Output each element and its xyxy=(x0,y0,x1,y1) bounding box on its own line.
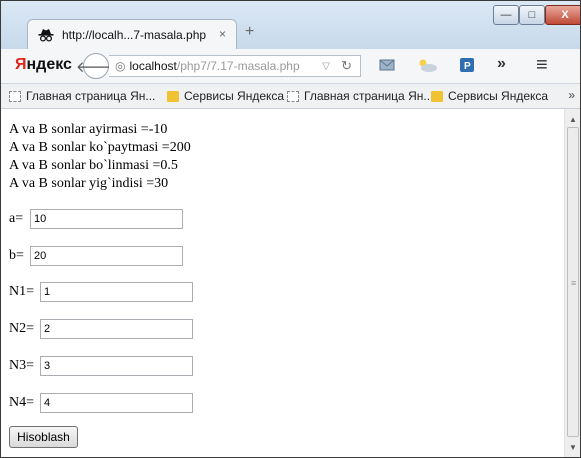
folder-icon xyxy=(431,90,443,102)
field-label-n2: N2= xyxy=(9,321,35,336)
minimize-button[interactable]: — xyxy=(493,5,519,25)
incognito-icon xyxy=(38,28,54,42)
bookmark-item[interactable]: Сервисы Яндекса xyxy=(167,89,284,103)
input-n1[interactable]: 1 xyxy=(40,282,193,302)
field-label-n3: N3= xyxy=(9,358,35,373)
window-controls: — □ X xyxy=(493,5,580,25)
reload-icon[interactable]: ↻ xyxy=(341,58,352,74)
bookmark-item[interactable]: Сервисы Яндекса xyxy=(431,89,548,103)
folder-icon xyxy=(167,90,179,102)
title-bar: — □ X http://localh...7-masala.php × + xyxy=(1,1,580,49)
page-content: A va B sonlar ayirmasi =-10 A va B sonla… xyxy=(1,109,564,457)
calculate-button[interactable]: Hisoblash xyxy=(9,426,78,448)
address-bar[interactable]: ◎ localhost/php7/7.17-masala.php ▽ ↻ xyxy=(109,55,361,77)
svg-text:P: P xyxy=(464,61,471,72)
result-difference: A va B sonlar ayirmasi =-10 xyxy=(9,122,168,137)
navigation-bar: Яндекс 🡐 ◎ localhost/php7/7.17-masala.ph… xyxy=(1,49,580,84)
tab-close-icon[interactable]: × xyxy=(219,27,226,41)
input-n3[interactable]: 3 xyxy=(40,356,193,376)
globe-icon: ◎ xyxy=(115,59,126,73)
input-a[interactable]: 10 xyxy=(30,209,183,229)
new-tab-button[interactable]: + xyxy=(245,23,254,41)
input-n4[interactable]: 4 xyxy=(40,393,193,413)
page-icon xyxy=(9,90,21,102)
scrollbar-thumb[interactable]: ≡ xyxy=(567,127,579,437)
vertical-scrollbar[interactable]: ▲ ≡ ▼ xyxy=(564,109,580,457)
yandex-logo[interactable]: Яндекс xyxy=(15,56,72,74)
field-label-b: b= xyxy=(9,248,24,263)
tab-title: http://localh...7-masala.php xyxy=(62,27,207,42)
field-label-n1: N1= xyxy=(9,284,35,299)
bookmark-item[interactable]: Главная страница Ян... xyxy=(9,89,155,103)
scroll-down-arrow-icon[interactable]: ▼ xyxy=(565,439,580,455)
bookmarks-bar: Главная страница Ян... Сервисы Яндекса Г… xyxy=(1,84,580,109)
browser-tab[interactable]: http://localh...7-masala.php × xyxy=(27,19,237,49)
scroll-up-arrow-icon[interactable]: ▲ xyxy=(565,111,580,127)
result-product: A va B sonlar ko`paytmasi =200 xyxy=(9,140,191,155)
result-quotient: A va B sonlar bo`linmasi =0.5 xyxy=(9,158,178,173)
browser-window: — □ X http://localh...7-masala.php × + Я… xyxy=(0,0,581,458)
mail-icon[interactable] xyxy=(379,57,397,73)
input-b[interactable]: 20 xyxy=(30,246,183,266)
bookmark-service-icon[interactable]: P xyxy=(459,57,475,73)
menu-icon[interactable]: ≡ xyxy=(536,54,548,77)
weather-icon[interactable] xyxy=(414,57,438,73)
url-host: localhost xyxy=(129,59,177,73)
overflow-chevron-icon[interactable]: » xyxy=(497,55,506,73)
field-label-a: a= xyxy=(9,211,24,226)
input-n2[interactable]: 2 xyxy=(40,319,193,339)
scrollbar-grip-icon: ≡ xyxy=(571,278,577,288)
bookmark-item[interactable]: Главная страница Ян... xyxy=(287,89,433,103)
close-window-button[interactable]: X xyxy=(545,5,580,25)
back-button[interactable]: 🡐 xyxy=(76,53,116,79)
bookmarks-more-icon[interactable]: » xyxy=(568,88,575,102)
maximize-button[interactable]: □ xyxy=(519,5,545,25)
result-sum: A va B sonlar yig`indisi =30 xyxy=(9,176,169,191)
url-path: /php7/7.17-masala.php xyxy=(176,59,300,73)
url-dropdown-icon[interactable]: ▽ xyxy=(322,61,330,72)
field-label-n4: N4= xyxy=(9,395,35,410)
page-icon xyxy=(287,90,299,102)
